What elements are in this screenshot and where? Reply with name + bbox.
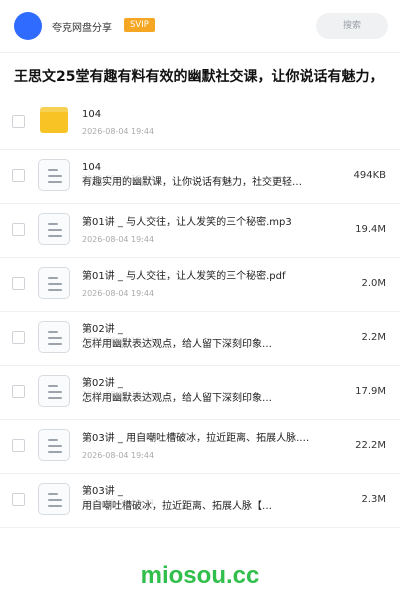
document-icon bbox=[38, 483, 70, 515]
file-row[interactable]: 第02讲 _ 怎样用幽默表达观点，给人留下深刻印象… 2026-08-04 19:4… bbox=[0, 312, 400, 366]
select-checkbox[interactable] bbox=[12, 277, 25, 290]
svip-badge: SVIP bbox=[124, 18, 155, 32]
file-row[interactable]: 第01讲 _ 与人交往，让人发笑的三个秘密.pdf 2026-08-04 19:4… bbox=[0, 258, 400, 312]
select-checkbox[interactable] bbox=[12, 331, 25, 344]
file-date: 2026-08-04 19:44 bbox=[82, 127, 155, 136]
select-checkbox[interactable] bbox=[12, 439, 25, 452]
file-row[interactable]: 第03讲 _ 用自嘲吐槽破冰，拉近距离、拓展人脉【… 2026-08-04 19:4… bbox=[0, 474, 400, 528]
app-name: 夸克网盘分享 bbox=[52, 23, 112, 34]
select-checkbox[interactable] bbox=[12, 223, 25, 236]
file-name: 第02讲 _ bbox=[82, 378, 123, 389]
file-row[interactable]: 第02讲 _ 怎样用幽默表达观点，给人留下深刻印象… 2026-08-04 19:4… bbox=[0, 366, 400, 420]
file-row[interactable]: 104 有趣实用的幽默课，让你说话有魅力，社交更轻… 2026-08-04 19:4… bbox=[0, 150, 400, 204]
document-icon bbox=[38, 429, 70, 461]
watermark: miosou.cc bbox=[140, 562, 260, 589]
document-icon bbox=[38, 321, 70, 353]
file-date: 2026-08-04 19:44 bbox=[82, 498, 155, 507]
select-checkbox[interactable] bbox=[12, 115, 25, 128]
file-date: 2026-08-04 19:44 bbox=[82, 336, 155, 345]
file-name: 104 bbox=[82, 109, 102, 120]
file-size: 494KB bbox=[353, 170, 386, 181]
header: 夸克网盘分享 SVIP 搜索 bbox=[0, 0, 400, 52]
file-name: 104 bbox=[82, 162, 102, 173]
file-name: 第02讲 _ bbox=[82, 324, 123, 335]
select-checkbox[interactable] bbox=[12, 385, 25, 398]
avatar[interactable] bbox=[14, 12, 42, 40]
document-icon bbox=[38, 375, 70, 407]
file-name: 第01讲 _ 与人交往，让人发笑的三个秘密.mp3 bbox=[82, 217, 292, 228]
file-name: 第01讲 _ 与人交往，让人发笑的三个秘密.pdf bbox=[82, 271, 286, 282]
title-bar: 王思文25堂有趣有料有效的幽默社交课，让你说话有魅力， bbox=[0, 52, 400, 96]
file-size: 22.2M bbox=[355, 440, 386, 451]
file-size: 2.2M bbox=[361, 332, 386, 343]
file-date: 2026-08-04 19:44 bbox=[82, 451, 155, 460]
file-name: 第03讲 _ 用自嘲吐槽破冰，拉近距离、拓展人脉.… bbox=[82, 433, 310, 444]
document-icon bbox=[38, 213, 70, 245]
file-name: 第03讲 _ bbox=[82, 486, 123, 497]
file-date: 2026-08-04 19:44 bbox=[82, 235, 155, 244]
file-date: 2026-08-04 19:44 bbox=[82, 289, 155, 298]
search-button[interactable]: 搜索 bbox=[316, 13, 388, 39]
file-size: 17.9M bbox=[355, 386, 386, 397]
file-row[interactable]: 第01讲 _ 与人交往，让人发笑的三个秘密.mp3 2026-08-04 19:4… bbox=[0, 204, 400, 258]
document-icon bbox=[38, 267, 70, 299]
file-row[interactable]: 104 2026-08-04 19:44 bbox=[0, 96, 400, 150]
file-size: 2.3M bbox=[361, 494, 386, 505]
select-checkbox[interactable] bbox=[12, 493, 25, 506]
file-date: 2026-08-04 19:44 bbox=[82, 390, 155, 399]
file-size: 19.4M bbox=[355, 224, 386, 235]
file-date: 2026-08-04 19:44 bbox=[82, 174, 155, 183]
select-checkbox[interactable] bbox=[12, 169, 25, 182]
document-icon bbox=[38, 159, 70, 191]
file-size: 2.0M bbox=[361, 278, 386, 289]
folder-icon bbox=[40, 107, 68, 133]
file-row[interactable]: 第03讲 _ 用自嘲吐槽破冰，拉近距离、拓展人脉.… 2026-08-04 19:… bbox=[0, 420, 400, 474]
page-title: 王思文25堂有趣有料有效的幽默社交课，让你说话有魅力， bbox=[14, 69, 384, 85]
